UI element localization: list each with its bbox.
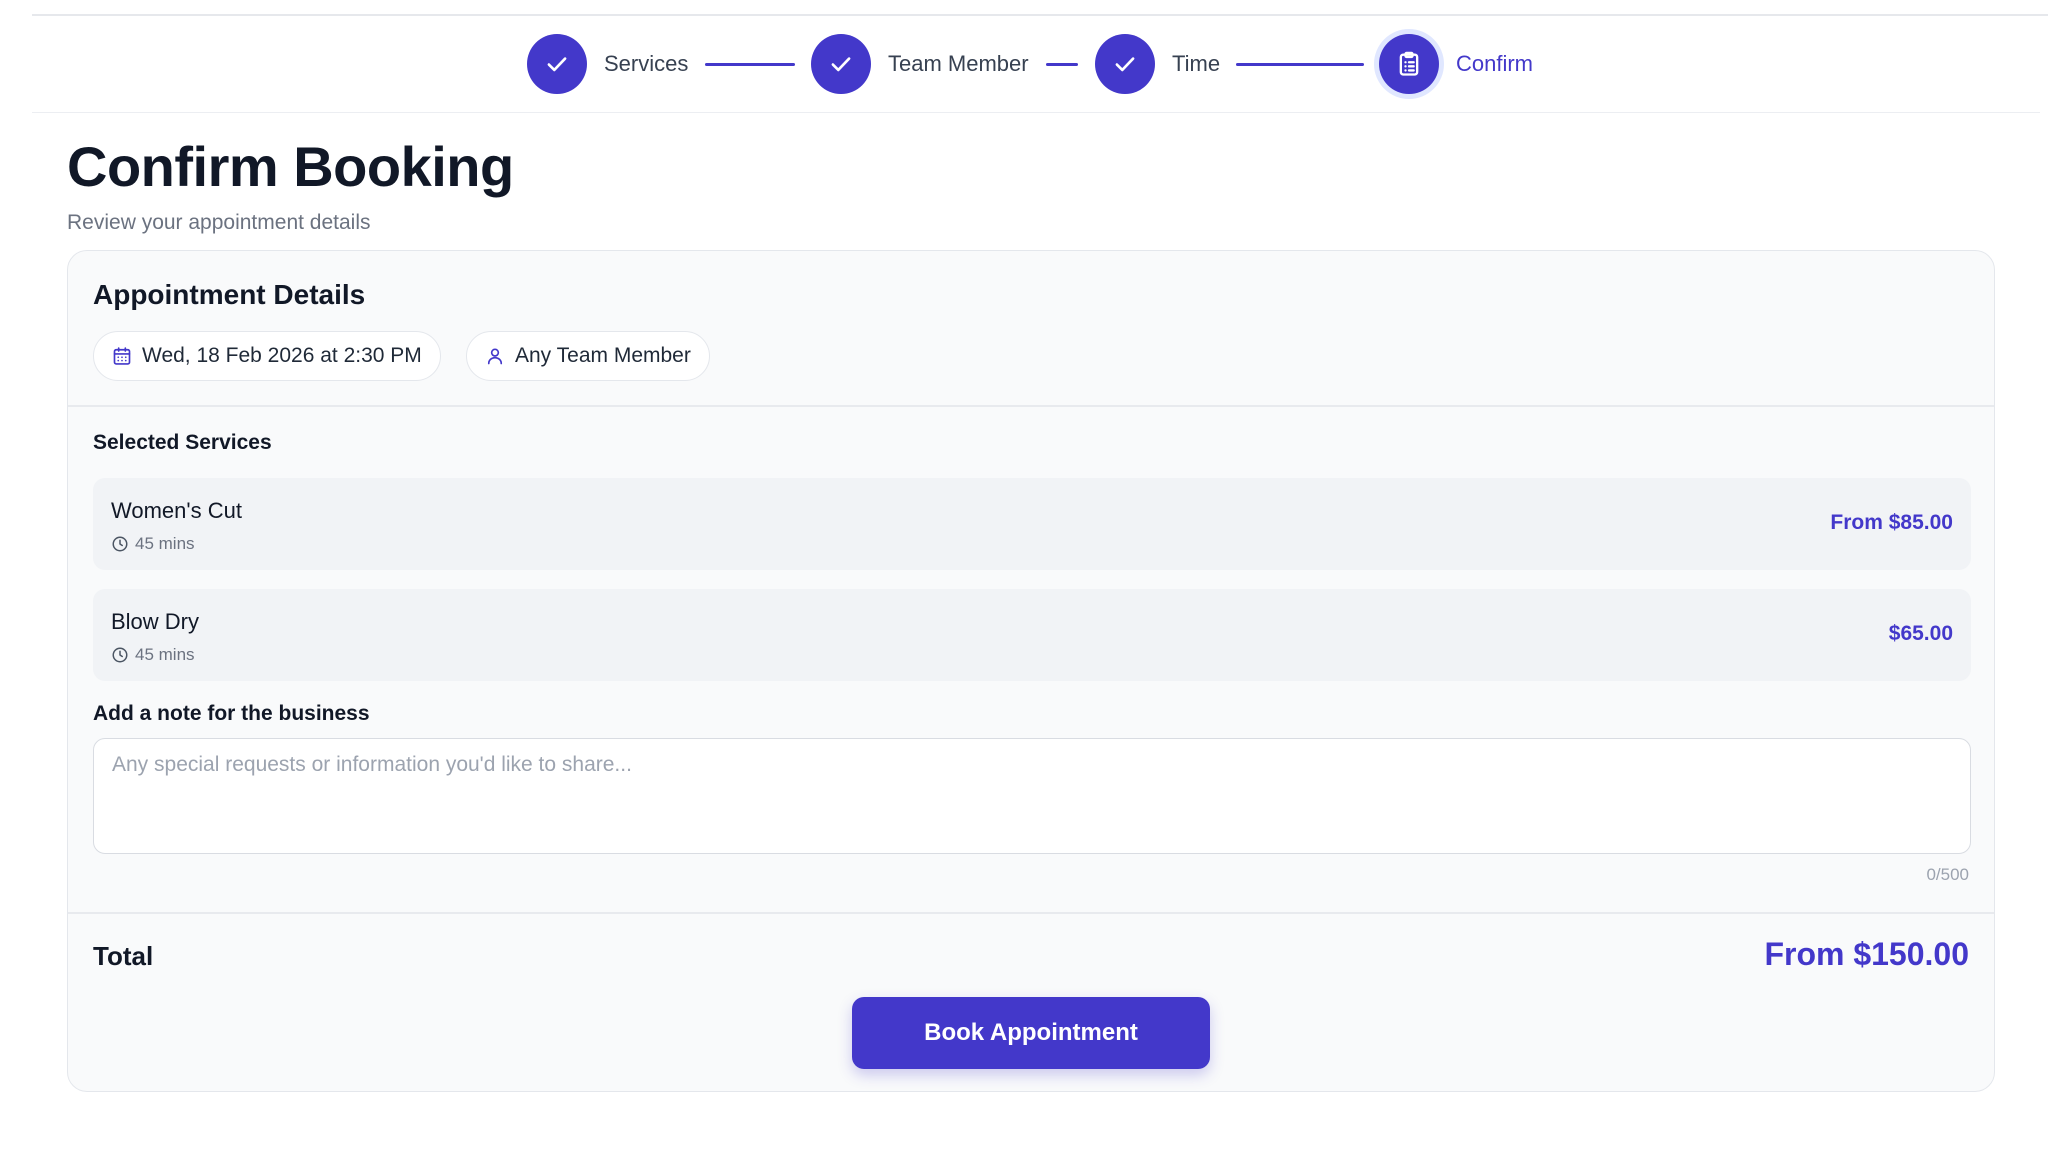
clock-icon xyxy=(112,647,128,663)
calendar-icon xyxy=(113,347,131,365)
step-label: Confirm xyxy=(1456,51,1534,76)
step-team-member-check xyxy=(811,34,871,94)
step-label: Time xyxy=(1172,51,1221,76)
service-duration: 45 mins xyxy=(111,645,195,665)
note-char-count: 0/500 xyxy=(1926,865,1969,884)
section-divider xyxy=(68,405,1994,407)
service-duration-text: 45 mins xyxy=(135,534,195,553)
step-label: Services xyxy=(604,51,689,76)
page-subtitle: Review your appointment details xyxy=(67,211,371,234)
service-duration-text: 45 mins xyxy=(135,645,195,664)
step-services[interactable]: Services xyxy=(527,34,688,94)
total-label: Total xyxy=(93,941,154,971)
team-member-chip[interactable]: Any Team Member xyxy=(466,331,710,381)
booking-stepper: Services Team Member Time Confirm xyxy=(32,16,2040,113)
step-label: Team Member xyxy=(888,51,1029,76)
step-confirm-indicator xyxy=(1379,34,1439,94)
datetime-chip[interactable]: Wed, 18 Feb 2026 at 2:30 PM xyxy=(93,331,441,381)
step-time-check xyxy=(1095,34,1155,94)
note-textarea[interactable] xyxy=(93,738,1971,854)
check-icon xyxy=(831,57,851,72)
datetime-text: Wed, 18 Feb 2026 at 2:30 PM xyxy=(142,344,422,367)
check-icon xyxy=(1115,57,1135,72)
total-value: From $150.00 xyxy=(1764,936,1969,972)
step-confirm[interactable]: Confirm xyxy=(1379,34,1533,94)
step-team-member[interactable]: Team Member xyxy=(811,34,1029,94)
page-title: Confirm Booking xyxy=(67,135,514,198)
clipboard-list-icon xyxy=(1399,51,1419,76)
book-appointment-button[interactable]: Book Appointment xyxy=(852,997,1210,1069)
note-label: Add a note for the business xyxy=(93,702,370,725)
section-divider xyxy=(68,912,1994,914)
step-time[interactable]: Time xyxy=(1095,34,1220,94)
clock-icon xyxy=(112,536,128,552)
service-duration: 45 mins xyxy=(111,534,195,554)
step-services-check xyxy=(527,34,587,94)
service-name: Women's Cut xyxy=(111,498,242,523)
team-member-text: Any Team Member xyxy=(515,344,691,367)
service-price: From $85.00 xyxy=(1830,511,1953,534)
check-icon xyxy=(547,57,567,72)
user-icon xyxy=(487,348,503,365)
step-connector xyxy=(1236,63,1364,66)
service-name: Blow Dry xyxy=(111,609,200,634)
service-item-blow-dry: Blow Dry 45 mins $65.00 xyxy=(93,589,1971,681)
appointment-details-heading: Appointment Details xyxy=(93,279,366,310)
service-item-womens-cut: Women's Cut 45 mins From $85.00 xyxy=(93,478,1971,570)
service-price: $65.00 xyxy=(1888,622,1953,645)
selected-services-heading: Selected Services xyxy=(93,431,272,454)
booking-summary-card: Appointment Details Wed, 18 Feb 2026 at … xyxy=(67,250,1995,1092)
step-connector xyxy=(1046,63,1078,66)
step-connector xyxy=(705,63,795,66)
